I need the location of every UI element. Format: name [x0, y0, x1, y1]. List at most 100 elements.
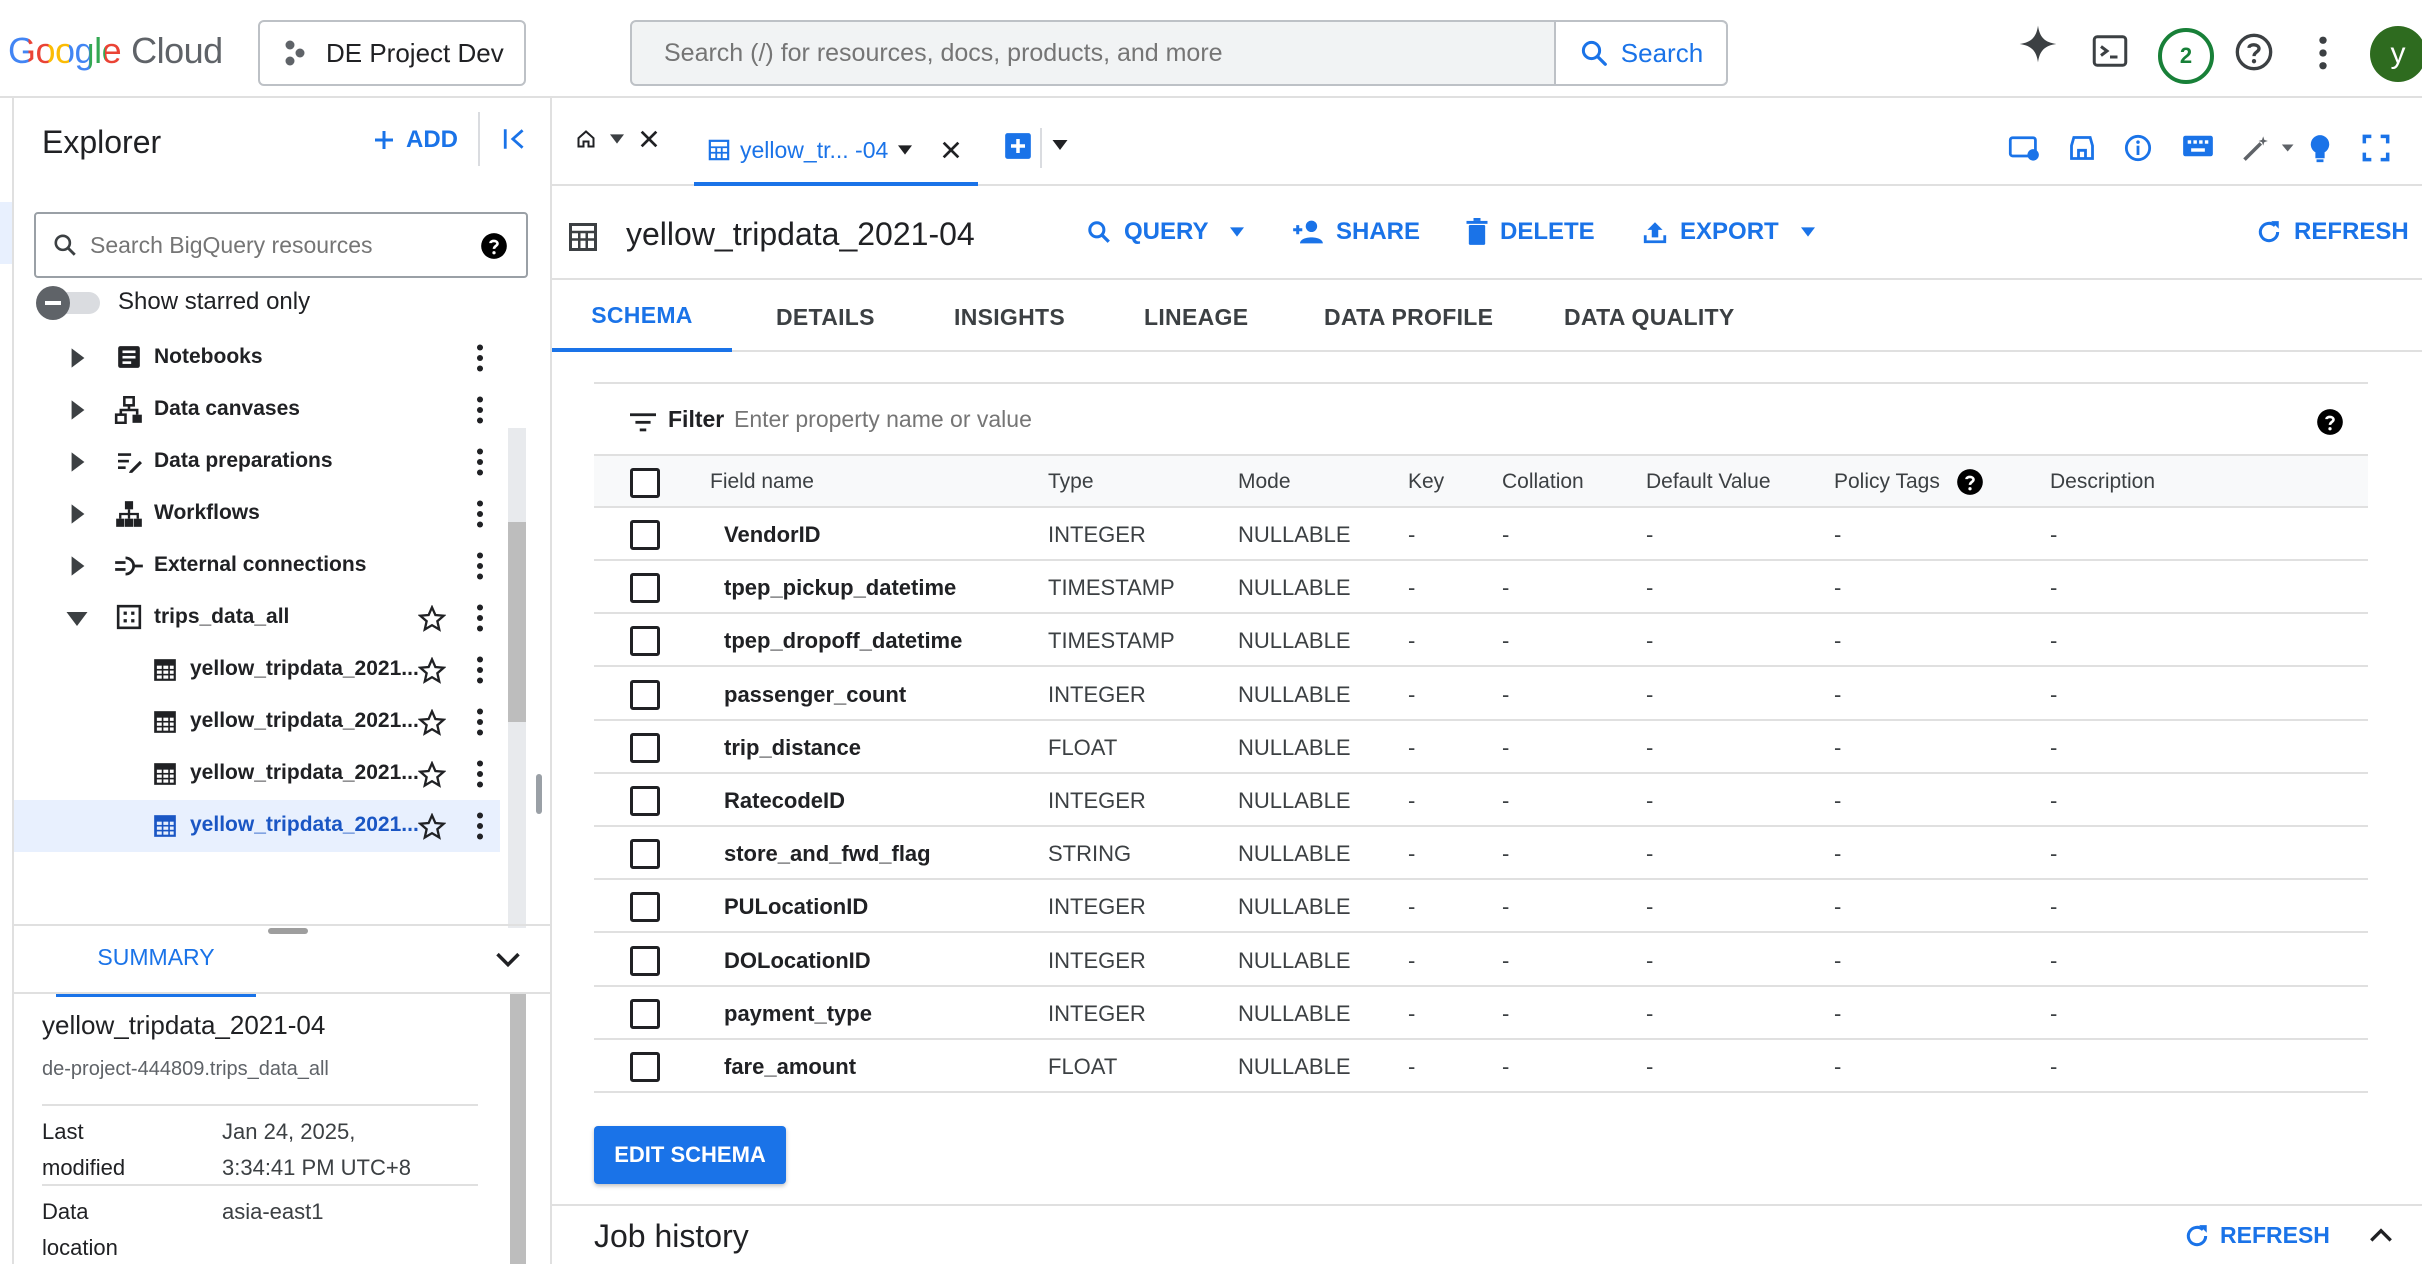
tab-table[interactable]: yellow_tr... -04 — [694, 118, 978, 186]
explorer-search-input[interactable] — [36, 214, 526, 276]
table-row[interactable]: trip_distance FLOAT NULLABLE - - - - - — [594, 721, 2368, 774]
edit-schema-button[interactable]: EDIT SCHEMA — [594, 1126, 786, 1184]
table-row[interactable]: RatecodeID INTEGER NULLABLE - - - - - — [594, 774, 2368, 827]
home-tab[interactable] — [576, 128, 660, 150]
row-checkbox[interactable] — [630, 945, 660, 976]
search-button[interactable]: Search — [1554, 22, 1726, 84]
keyboard-icon[interactable] — [2182, 134, 2214, 158]
collapse-panel-icon[interactable] — [502, 126, 528, 152]
close-icon[interactable] — [940, 139, 962, 161]
field-name[interactable]: tpep_pickup_datetime — [724, 575, 956, 601]
more-vert-icon[interactable] — [476, 448, 484, 476]
field-name[interactable]: passenger_count — [724, 682, 906, 708]
export-button[interactable]: EXPORT — [1642, 218, 1815, 246]
caret-down-icon[interactable] — [1052, 140, 1068, 150]
google-cloud-logo[interactable]: Google Cloud — [8, 30, 223, 72]
tree-item-table[interactable]: yellow_tripdata_2021... — [14, 748, 500, 800]
delete-button[interactable]: DELETE — [1466, 218, 1595, 246]
table-row[interactable]: payment_type INTEGER NULLABLE - - - - - — [594, 987, 2368, 1040]
table-row[interactable]: passenger_count INTEGER NULLABLE - - - - - — [594, 668, 2368, 721]
column-header[interactable]: Collation — [1502, 470, 1584, 494]
column-header[interactable]: Key — [1408, 470, 1444, 494]
tree-item-notebooks[interactable]: Notebooks — [14, 332, 500, 384]
info-icon[interactable] — [2124, 134, 2152, 162]
field-name[interactable]: trip_distance — [724, 735, 861, 761]
gemini-icon[interactable] — [2018, 24, 2058, 64]
help-filled-icon[interactable] — [2316, 408, 2344, 436]
field-name[interactable]: DOLocationID — [724, 948, 871, 974]
job-history-refresh-button[interactable]: REFRESH — [2184, 1222, 2330, 1249]
select-all-checkbox[interactable] — [630, 468, 660, 498]
column-header[interactable]: Type — [1048, 470, 1094, 494]
row-checkbox[interactable] — [630, 573, 660, 604]
close-icon[interactable] — [638, 128, 660, 150]
field-name[interactable]: PULocationID — [724, 894, 868, 920]
starred-toggle[interactable] — [36, 284, 100, 320]
row-checkbox[interactable] — [630, 998, 660, 1029]
tree-item-table[interactable]: yellow_tripdata_2021... — [14, 644, 500, 696]
share-button[interactable]: SHARE — [1292, 218, 1420, 246]
table-row[interactable]: VendorID INTEGER NULLABLE - - - - - — [594, 508, 2368, 561]
tab-summary[interactable]: SUMMARY — [56, 944, 256, 997]
field-name[interactable]: fare_amount — [724, 1054, 856, 1080]
star-icon[interactable] — [418, 657, 446, 685]
tab-insights[interactable]: INSIGHTS — [954, 282, 1065, 352]
refresh-button[interactable]: REFRESH — [2256, 218, 2409, 246]
field-name[interactable]: RatecodeID — [724, 788, 845, 814]
more-vert-icon[interactable] — [476, 344, 484, 372]
tab-data-profile[interactable]: DATA PROFILE — [1324, 282, 1493, 352]
tab-data-quality[interactable]: DATA QUALITY — [1564, 282, 1735, 352]
field-name[interactable]: store_and_fwd_flag — [724, 841, 931, 867]
more-vert-icon[interactable] — [476, 396, 484, 424]
table-row[interactable]: tpep_dropoff_datetime TIMESTAMP NULLABLE - -… — [594, 614, 2368, 668]
row-checkbox[interactable] — [630, 1052, 660, 1082]
row-checkbox[interactable] — [630, 839, 660, 870]
more-vert-icon[interactable] — [476, 552, 484, 580]
row-checkbox[interactable] — [630, 679, 660, 710]
table-row[interactable]: PULocationID INTEGER NULLABLE - - - - - — [594, 880, 2368, 934]
chevron-down-icon[interactable] — [494, 950, 522, 970]
more-vert-icon[interactable] — [476, 760, 484, 788]
table-row[interactable]: fare_amount FLOAT NULLABLE - - - - - — [594, 1040, 2368, 1093]
query-button[interactable]: QUERY — [1086, 218, 1245, 246]
caret-right-icon[interactable] — [70, 348, 86, 368]
project-picker-button[interactable]: DE Project Dev — [258, 20, 526, 86]
tab-details[interactable]: DETAILS — [776, 282, 875, 352]
lightbulb-icon[interactable] — [2308, 134, 2332, 164]
column-header[interactable]: Field name — [710, 470, 814, 494]
add-button[interactable]: ADD — [372, 126, 458, 154]
row-checkbox[interactable] — [630, 626, 660, 657]
column-header[interactable]: Description — [2050, 470, 2155, 494]
panel-resize-handle[interactable] — [536, 774, 542, 814]
tree-scrollbar-thumb[interactable] — [508, 522, 526, 722]
chevron-up-icon[interactable] — [2368, 1226, 2394, 1244]
star-icon[interactable] — [418, 813, 446, 841]
notification-badge[interactable]: 2 — [2158, 28, 2214, 84]
tree-item-table[interactable]: yellow_tripdata_2021... — [14, 696, 500, 748]
summary-scrollbar[interactable] — [510, 994, 526, 1264]
caret-right-icon[interactable] — [70, 556, 86, 576]
caret-down-icon[interactable] — [66, 612, 88, 626]
tree-item-data-canvases[interactable]: Data canvases — [14, 384, 500, 436]
more-vert-icon[interactable] — [476, 708, 484, 736]
caret-down-icon[interactable] — [610, 134, 624, 144]
tab-lineage[interactable]: LINEAGE — [1144, 282, 1248, 352]
magic-wand-icon[interactable] — [2242, 134, 2296, 162]
field-name[interactable]: tpep_dropoff_datetime — [724, 628, 962, 654]
help-filled-icon[interactable] — [1956, 468, 1984, 496]
more-vert-icon[interactable] — [476, 604, 484, 632]
fullscreen-icon[interactable] — [2362, 134, 2390, 162]
caret-right-icon[interactable] — [70, 400, 86, 420]
column-header[interactable]: Policy Tags — [1834, 470, 1940, 494]
new-tab-plus-icon[interactable] — [1004, 132, 1032, 160]
star-icon[interactable] — [418, 709, 446, 737]
tree-item-table-selected[interactable]: yellow_tripdata_2021... — [14, 800, 500, 852]
caret-right-icon[interactable] — [70, 452, 86, 472]
row-checkbox[interactable] — [630, 892, 660, 923]
star-icon[interactable] — [418, 605, 446, 633]
more-vert-icon[interactable] — [476, 500, 484, 528]
column-header[interactable]: Default Value — [1646, 470, 1771, 494]
drag-handle[interactable] — [268, 928, 308, 934]
screen-share-icon[interactable] — [2008, 134, 2040, 162]
table-row[interactable]: store_and_fwd_flag STRING NULLABLE - - - - - — [594, 827, 2368, 881]
